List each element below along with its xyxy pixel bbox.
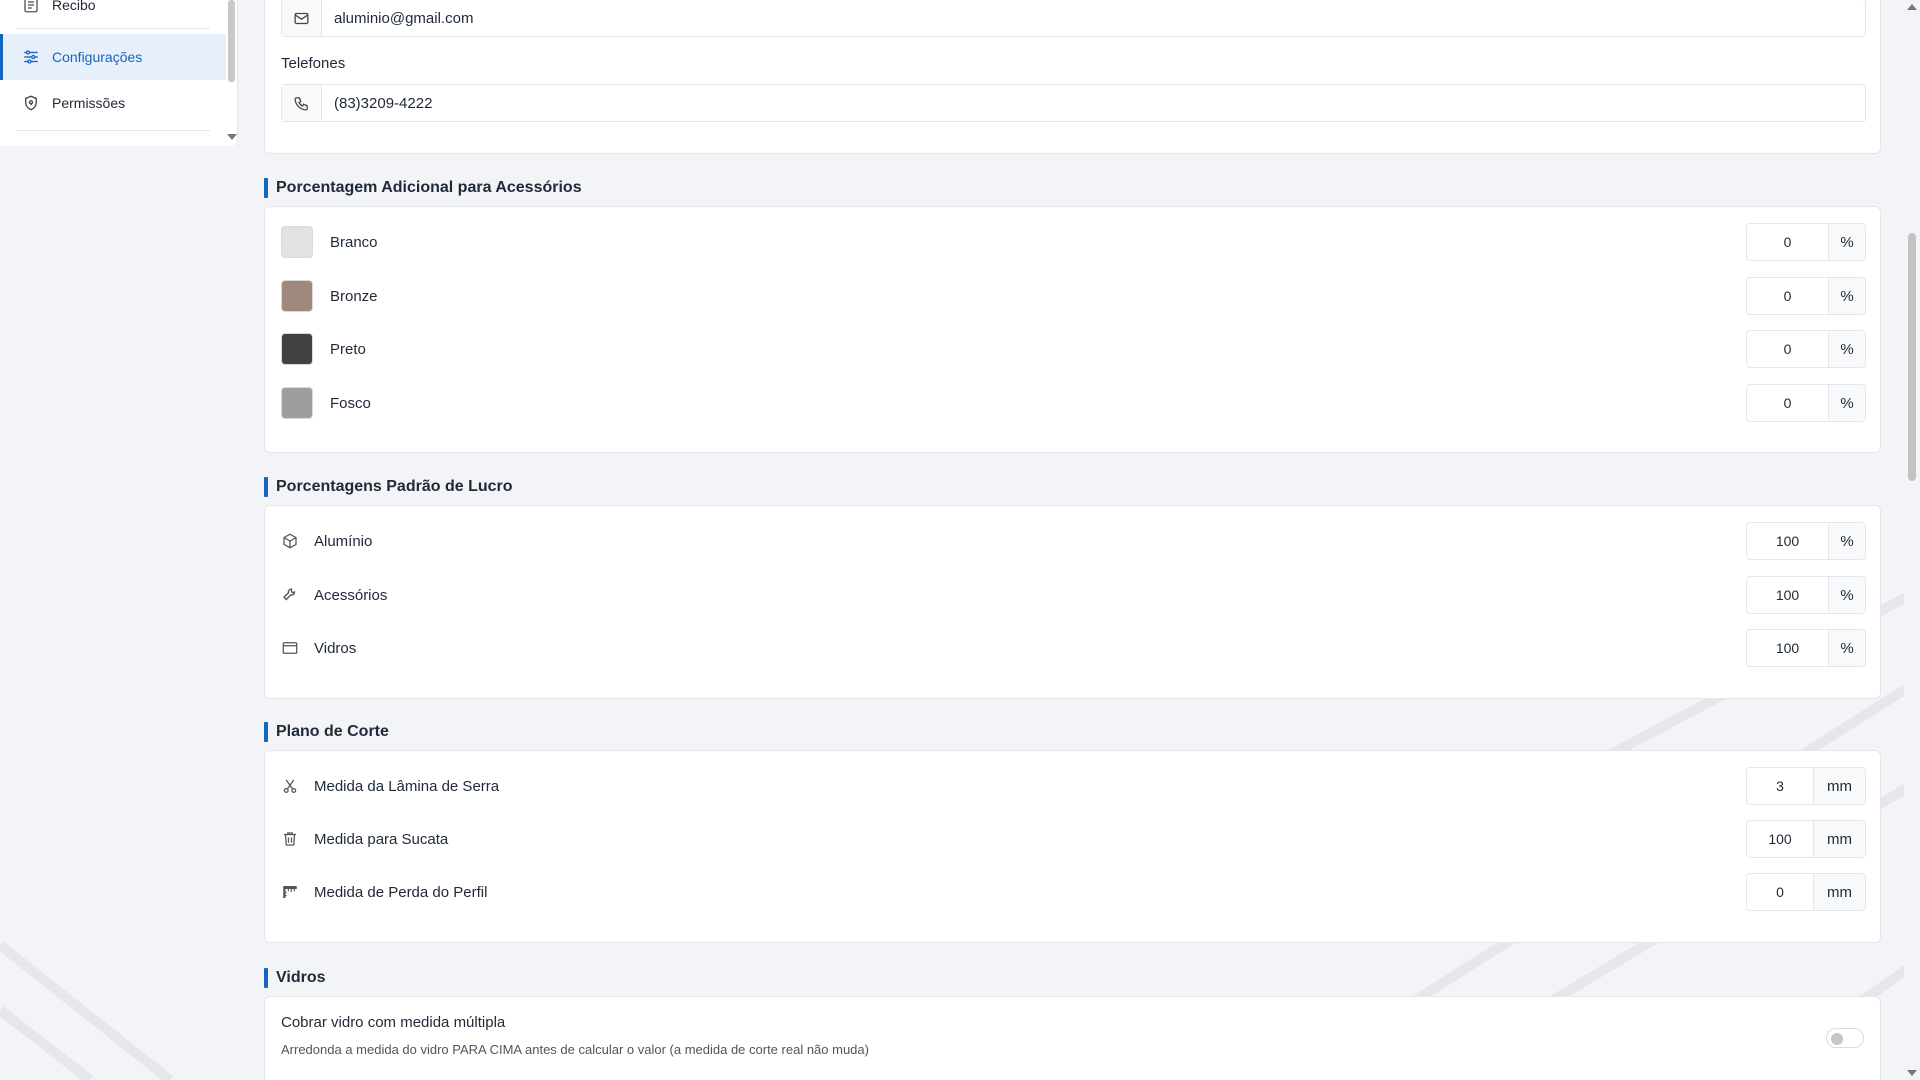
ruler-icon: [283, 886, 297, 898]
percent-input-bronze[interactable]: 0: [1747, 278, 1829, 314]
cutting-label: Medida da Lâmina de Serra: [314, 777, 500, 795]
shield-icon: [25, 95, 37, 111]
profit-label: Vidros: [314, 639, 357, 657]
mm-input-group: 100 mm: [1746, 820, 1866, 858]
sidebar-item-label: Permissões: [52, 95, 126, 111]
sidebar-divider: [16, 130, 210, 131]
mm-unit: mm: [1814, 874, 1865, 910]
color-label: Bronze: [330, 287, 378, 305]
email-field[interactable]: aluminio@gmail.com: [281, 0, 1866, 37]
color-swatch-preto: [281, 333, 313, 365]
glass-option-label: Cobrar vidro com medida múltipla: [281, 1014, 506, 1031]
mm-unit: mm: [1814, 768, 1865, 804]
glass-option-description: Arredonda a medida do vidro PARA CIMA an…: [281, 1042, 869, 1057]
mm-input-profile-loss[interactable]: 0: [1747, 874, 1814, 910]
sidebar: Recibo Configurações Permissões: [0, 0, 238, 146]
percent-input-branco[interactable]: 0: [1747, 224, 1829, 260]
cutting-row-scrap: Medida para Sucata 100 mm: [281, 819, 1866, 859]
percent-input-group: 100 %: [1746, 576, 1866, 614]
mm-input-saw-blade[interactable]: 3: [1747, 768, 1814, 804]
window-icon: [282, 642, 298, 654]
section-title-cutting-plan: Plano de Corte: [264, 722, 389, 742]
phone-addon: [282, 85, 322, 121]
wrench-icon: [283, 588, 296, 601]
section-title-accessories-extra: Porcentagem Adicional para Acessórios: [264, 178, 582, 198]
percent-input-preto[interactable]: 0: [1747, 331, 1829, 367]
profit-row-vidros: Vidros 100 %: [281, 628, 1866, 668]
email-addon: [282, 0, 322, 36]
profit-label: Alumínio: [314, 532, 373, 550]
color-row-bronze: Bronze 0 %: [281, 276, 1866, 316]
cutting-row-profile-loss: Medida de Perda do Perfil 0 mm: [281, 872, 1866, 912]
page-scrollbar[interactable]: [1904, 0, 1920, 1080]
percent-unit: %: [1829, 577, 1865, 613]
cutting-plan-card: Medida da Lâmina de Serra 3 mm Medida pa…: [264, 750, 1881, 943]
color-row-branco: Branco 0 %: [281, 222, 1866, 262]
mm-input-scrap[interactable]: 100: [1747, 821, 1814, 857]
percent-input-aluminio[interactable]: 100: [1747, 523, 1829, 559]
percent-unit: %: [1829, 278, 1865, 314]
percent-input-group: 0 %: [1746, 384, 1866, 422]
scrollbar-thumb[interactable]: [1908, 233, 1916, 481]
scroll-down-icon[interactable]: [1907, 1070, 1917, 1076]
contact-card: aluminio@gmail.com Telefones (83)3209-42…: [264, 0, 1881, 154]
percent-input-fosco[interactable]: 0: [1747, 385, 1829, 421]
sidebar-item-label: Configurações: [52, 49, 143, 65]
color-label: Branco: [330, 233, 378, 251]
phone-value: (83)3209-4222: [334, 94, 433, 112]
mm-unit: mm: [1814, 821, 1865, 857]
profit-row-aluminio: Alumínio 100 %: [281, 521, 1866, 561]
email-value: aluminio@gmail.com: [334, 9, 474, 27]
color-swatch-branco: [281, 226, 313, 258]
scissors-icon: [283, 779, 297, 794]
section-title-profit-defaults: Porcentagens Padrão de Lucro: [264, 477, 513, 497]
phone-field[interactable]: (83)3209-4222: [281, 84, 1866, 122]
phone-icon: [294, 96, 308, 111]
profit-row-acessorios: Acessórios 100 %: [281, 575, 1866, 615]
percent-unit: %: [1829, 523, 1865, 559]
sidebar-divider: [16, 28, 210, 29]
cube-icon: [283, 533, 297, 549]
multiple-measure-toggle[interactable]: [1826, 1028, 1864, 1048]
percent-unit: %: [1829, 224, 1865, 260]
trash-icon: [284, 832, 296, 846]
color-row-fosco: Fosco 0 %: [281, 383, 1866, 423]
profit-label: Acessórios: [314, 586, 388, 604]
mm-input-group: 3 mm: [1746, 767, 1866, 805]
sidebar-item-configuracoes[interactable]: Configurações: [0, 34, 226, 80]
receipt-icon: [24, 0, 38, 13]
phones-label: Telefones: [281, 55, 346, 72]
mm-input-group: 0 mm: [1746, 873, 1866, 911]
percent-input-group: 0 %: [1746, 277, 1866, 315]
cutting-label: Medida para Sucata: [314, 830, 449, 848]
sliders-icon: [24, 50, 38, 64]
profit-defaults-card: Alumínio 100 % Acessórios 100 % Vidros 1…: [264, 505, 1881, 699]
cutting-label: Medida de Perda do Perfil: [314, 883, 488, 901]
glass-card: Cobrar vidro com medida múltipla Arredon…: [264, 996, 1881, 1080]
sidebar-scroll-down-icon[interactable]: [227, 134, 237, 140]
percent-input-acessorios[interactable]: 100: [1747, 577, 1829, 613]
percent-unit: %: [1829, 385, 1865, 421]
color-label: Fosco: [330, 394, 371, 412]
percent-unit: %: [1829, 331, 1865, 367]
percent-input-group: 100 %: [1746, 522, 1866, 560]
color-label: Preto: [330, 340, 366, 358]
cutting-row-saw-blade: Medida da Lâmina de Serra 3 mm: [281, 766, 1866, 806]
section-title-glass: Vidros: [264, 968, 326, 988]
color-row-preto: Preto 0 %: [281, 329, 1866, 369]
percent-input-vidros[interactable]: 100: [1747, 630, 1829, 666]
sidebar-item-label: Recibo: [52, 0, 96, 13]
scroll-up-icon[interactable]: [1907, 4, 1917, 10]
percent-input-group: 0 %: [1746, 223, 1866, 261]
percent-input-group: 0 %: [1746, 330, 1866, 368]
percent-unit: %: [1829, 630, 1865, 666]
color-swatch-fosco: [281, 387, 313, 419]
accessories-extra-card: Branco 0 % Bronze 0 % Preto 0 % Fosco 0 …: [264, 206, 1881, 453]
sidebar-item-permissoes[interactable]: Permissões: [0, 80, 226, 126]
sidebar-item-recibo[interactable]: Recibo: [0, 0, 226, 28]
sidebar-scrollbar[interactable]: [228, 0, 235, 82]
envelope-icon: [294, 12, 309, 24]
color-swatch-bronze: [281, 280, 313, 312]
percent-input-group: 100 %: [1746, 629, 1866, 667]
